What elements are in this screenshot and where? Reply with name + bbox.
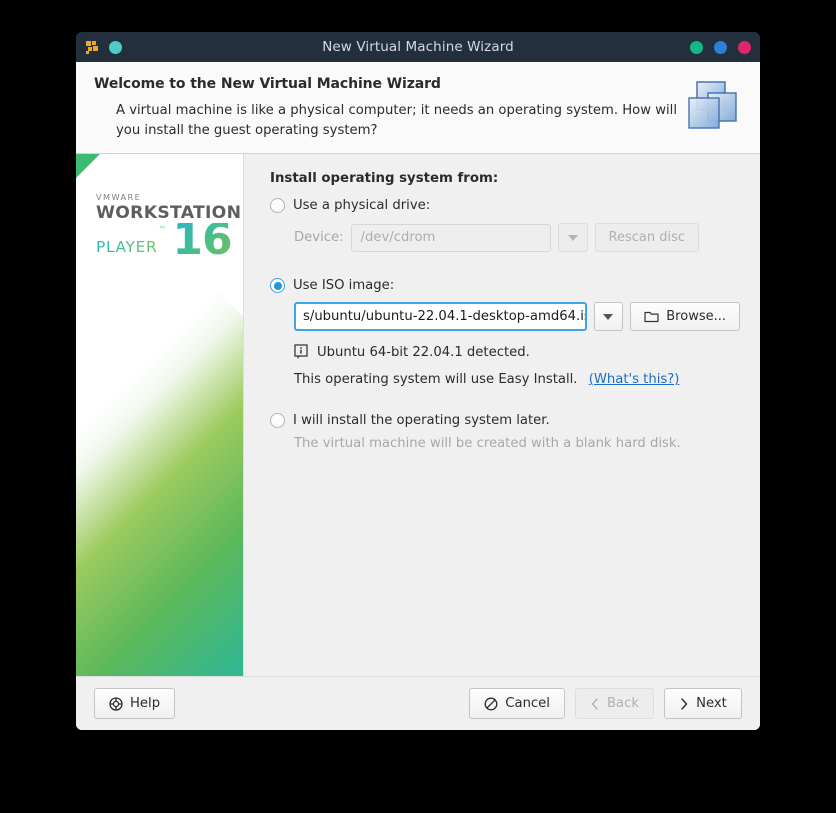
browse-label: Browse... [666,309,726,325]
iso-path-value: s/ubuntu/ubuntu-22.04.1-desktop-amd64.is… [303,309,587,325]
wizard-body: VMWARE WORKSTATION PLAYER ™ 16 Install o… [76,154,760,676]
brand-version: 16 [172,214,232,266]
gradient-artwork [76,289,243,676]
iso-path-row: s/ubuntu/ubuntu-22.04.1-desktop-amd64.is… [270,302,740,332]
footer-nav-buttons: Cancel Back Next [469,688,742,719]
virtual-machine-squares-icon [684,76,742,134]
wizard-footer: Help Cancel Back Next [76,676,760,730]
whats-this-link[interactable]: (What's this?) [589,372,680,387]
iso-path-dropdown-button[interactable] [593,302,624,332]
browse-button[interactable]: Browse... [630,302,740,332]
os-detected-text: Ubuntu 64-bit 22.04.1 detected. [317,344,530,360]
next-button[interactable]: Next [664,688,742,719]
product-branding: VMWARE WORKSTATION PLAYER ™ 16 [96,192,241,266]
branding-sidebar: VMWARE WORKSTATION PLAYER ™ 16 [76,154,244,676]
rescan-disc-button: Rescan disc [594,223,700,253]
vmware-app-icon [85,40,100,55]
brand-vendor: VMWARE [96,192,142,203]
chevron-left-icon [590,697,600,711]
section-title: Install operating system from: [270,171,499,187]
device-field: /dev/cdrom [350,223,551,252]
folder-icon [644,310,659,323]
titlebar: New Virtual Machine Wizard [76,32,760,62]
brand-edition: PLAYER [96,238,158,257]
maximize-button[interactable] [714,40,727,54]
easy-install-text: This operating system will use Easy Inst… [294,372,578,388]
cancel-button[interactable]: Cancel [469,688,565,719]
window-controls [690,40,751,54]
radio-use-physical-drive[interactable] [270,198,285,214]
option-use-iso-image[interactable]: Use ISO image: [270,278,740,294]
option-install-later[interactable]: I will install the operating system late… [270,413,740,429]
chevron-down-icon [603,313,614,320]
radio-use-iso-image[interactable] [270,278,285,294]
label-use-physical-drive: Use a physical drive: [293,198,431,214]
install-later-sub-text: The virtual machine will be created with… [294,436,681,452]
wizard-header: Welcome to the New Virtual Machine Wizar… [76,62,760,155]
lifebuoy-icon [109,696,123,711]
info-icon [294,344,308,360]
no-entry-icon [484,697,498,711]
corner-accent-triangle [76,154,100,179]
window-title: New Virtual Machine Wizard [322,39,514,55]
device-dropdown-button [557,223,588,253]
next-label: Next [696,696,727,711]
page-description: A virtual machine is like a physical com… [116,103,678,139]
radio-install-later[interactable] [270,413,285,429]
help-label: Help [130,696,161,711]
back-button: Back [574,688,654,719]
close-button[interactable] [738,40,751,54]
iso-path-input[interactable]: s/ubuntu/ubuntu-22.04.1-desktop-amd64.is… [294,302,587,332]
label-use-iso-image: Use ISO image: [293,278,395,294]
back-label: Back [606,696,639,711]
brand-trademark: ™ [158,225,167,235]
install-later-block: I will install the operating system late… [270,413,740,451]
iso-image-block: Use ISO image: s/ubuntu/ubuntu-22.04.1-d… [270,278,740,387]
option-use-physical-drive[interactable]: Use a physical drive: [270,198,740,214]
titlebar-menu-dot[interactable] [109,40,122,54]
install-source-pane: Install operating system from: Use a phy… [244,154,760,676]
easy-install-row: This operating system will use Easy Inst… [270,372,740,387]
chevron-down-icon [567,234,578,241]
chevron-right-icon [679,697,689,711]
minimize-button[interactable] [690,40,703,54]
os-detected-row: Ubuntu 64-bit 22.04.1 detected. [270,344,740,360]
help-button[interactable]: Help [94,688,176,719]
wizard-dialog: Welcome to the New Virtual Machine Wizar… [76,62,760,730]
titlebar-left-controls [85,40,122,55]
label-install-later: I will install the operating system late… [293,413,550,429]
device-label: Device: [294,230,344,246]
page-title: Welcome to the New Virtual Machine Wizar… [94,76,441,92]
device-selector-row: Device: /dev/cdrom Rescan disc [270,223,740,253]
new-virtual-machine-wizard-window: New Virtual Machine Wizard Welcome to th… [76,32,760,730]
cancel-label: Cancel [505,696,550,711]
